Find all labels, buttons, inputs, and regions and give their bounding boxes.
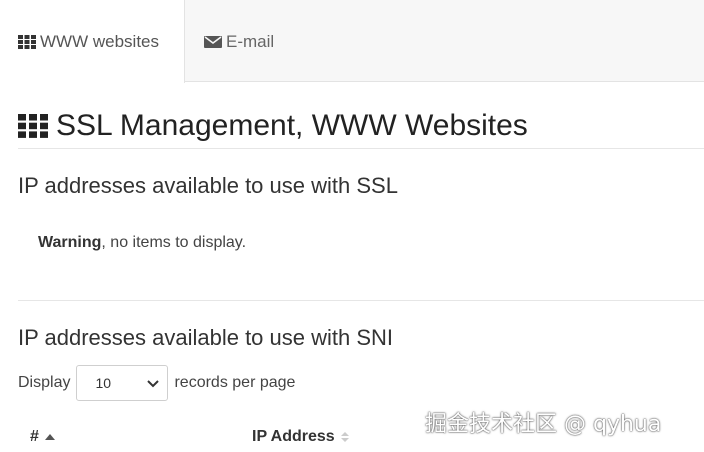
- column-header-ip-address[interactable]: IP Address: [252, 428, 349, 446]
- grid-icon: [18, 34, 36, 49]
- sni-section-title: IP addresses available to use with SNI: [18, 325, 394, 350]
- display-label: Display: [18, 374, 71, 391]
- sort-icon: [340, 431, 349, 443]
- page-size-row: Display 10 records per page: [18, 364, 295, 402]
- chevron-down-icon: [147, 375, 160, 391]
- tab-label: WWW websites: [40, 31, 159, 51]
- tab-www-websites[interactable]: WWW websites: [0, 0, 185, 83]
- records-label: records per page: [174, 374, 296, 391]
- sort-ascending-icon: [44, 433, 55, 441]
- page-title: SSL Management, WWW Websites: [18, 104, 528, 148]
- column-label: IP Address: [252, 428, 335, 445]
- grid-icon: [18, 114, 48, 138]
- warning-label: Warning: [38, 234, 102, 251]
- ssl-section-title: IP addresses available to use with SSL: [18, 173, 398, 198]
- divider: [18, 300, 704, 301]
- tab-bar: WWW websites E-mail: [0, 0, 704, 83]
- warning-text: , no items to display.: [101, 234, 247, 251]
- column-header-number[interactable]: #: [30, 428, 55, 446]
- watermark: 掘金技术社区 @ qyhua: [425, 412, 662, 437]
- empty-warning: Warning, no items to display.: [38, 234, 246, 252]
- page-size-value: 10: [95, 375, 112, 391]
- page-title-text: SSL Management, WWW Websites: [56, 109, 528, 142]
- tab-label: E-mail: [226, 31, 275, 51]
- tab-email[interactable]: E-mail: [204, 0, 274, 83]
- divider: [18, 148, 704, 149]
- envelope-icon: [204, 35, 222, 49]
- column-label: #: [30, 428, 39, 445]
- page-size-select[interactable]: 10: [76, 365, 169, 401]
